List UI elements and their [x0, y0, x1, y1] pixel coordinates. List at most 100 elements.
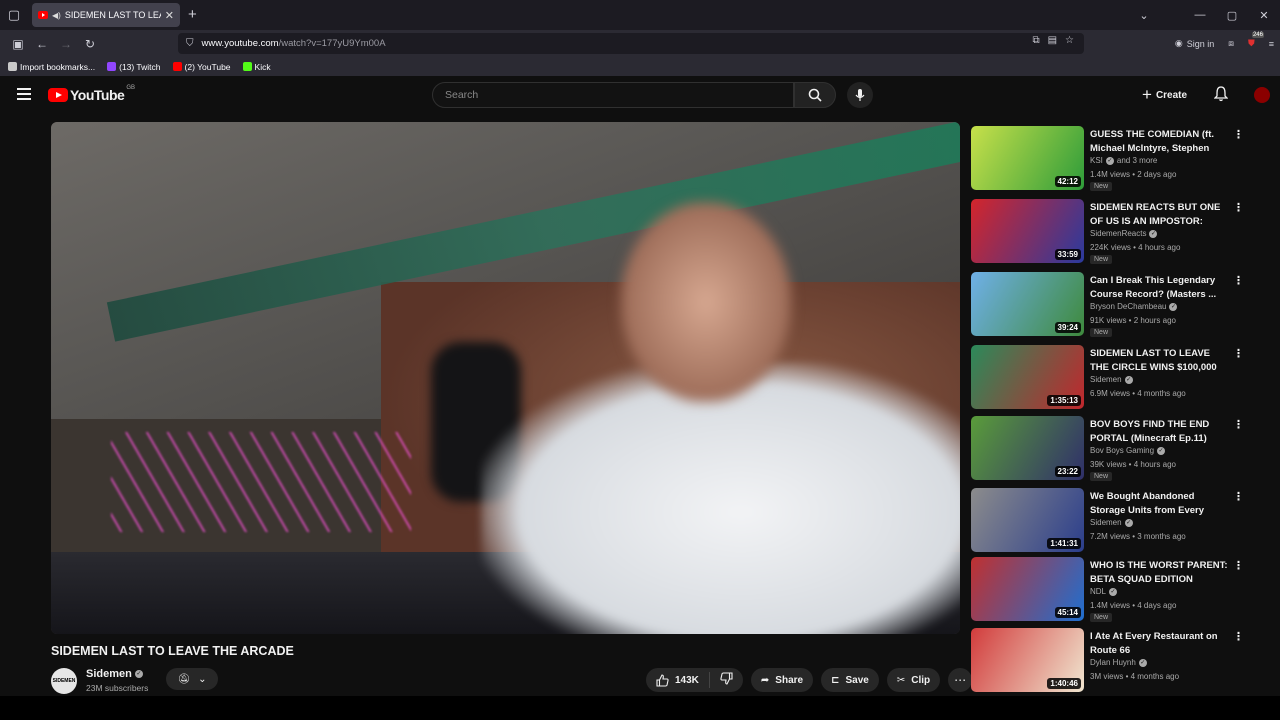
new-tab-icon[interactable]: +	[188, 6, 197, 23]
maximize-icon[interactable]: ▢	[1216, 9, 1248, 22]
recommendation-title[interactable]: Can I Break This Legendary Course Record…	[1090, 274, 1228, 301]
subscribed-button[interactable]: 🔕︎ ⌄	[166, 668, 218, 690]
more-vertical-icon[interactable]: ⋮	[1233, 274, 1244, 287]
recommendation-channel[interactable]: SidemenReacts ✓	[1090, 229, 1158, 238]
bookmark-item[interactable]: (2) YouTube	[172, 62, 231, 72]
channel-avatar[interactable]: SIDEMEN	[51, 668, 77, 694]
url-bar[interactable]: ⛉ www.youtube.com/watch?v=177yU9Ym00A ⧉ …	[178, 33, 1084, 54]
recommendation-meta: 39K views • 4 hours ago	[1090, 460, 1176, 469]
more-vertical-icon[interactable]: ⋮	[1233, 201, 1244, 214]
like-button[interactable]: 143K	[646, 672, 710, 688]
recommendation-item[interactable]: 1:40:46 I Ate At Every Restaurant on Rout…	[971, 628, 1251, 694]
browser-nav-bar: ▣ ← → ↻ ⛉ www.youtube.com/watch?v=177yU9…	[0, 30, 1280, 57]
more-vertical-icon[interactable]: ⋮	[1233, 128, 1244, 141]
bookmark-item[interactable]: (13) Twitch	[107, 62, 161, 72]
like-count: 143K	[675, 674, 699, 686]
recommendation-item[interactable]: 1:41:31 We Bought Abandoned Storage Units…	[971, 488, 1251, 554]
video-thumbnail[interactable]: 33:59	[971, 199, 1084, 263]
site-info-icon[interactable]: ⛉	[186, 38, 194, 49]
dislike-button[interactable]	[710, 672, 743, 688]
recommendation-channel[interactable]: KSI ✓ and 3 more	[1090, 156, 1157, 165]
video-player[interactable]	[51, 122, 960, 634]
extensions-icon[interactable]: ⧈	[1228, 38, 1234, 49]
video-actions: 143K ➦ Share ⊏ Save ✂ Clip ⋯	[646, 668, 973, 692]
menu-icon[interactable]: ≡	[1269, 39, 1274, 49]
recommendation-channel[interactable]: Bryson DeChambeau ✓	[1090, 302, 1178, 311]
forward-icon[interactable]: →	[54, 37, 78, 51]
recommendation-channel[interactable]: Sidemen ✓	[1090, 518, 1133, 527]
speaker-icon[interactable]: ◀)	[52, 11, 61, 20]
recommendation-item[interactable]: 39:24 Can I Break This Legendary Course R…	[971, 272, 1251, 338]
tab-list-icon[interactable]: ⌄	[1128, 9, 1160, 22]
recommendation-title[interactable]: BOV BOYS FIND THE END PORTAL (Minecraft …	[1090, 418, 1228, 445]
more-vertical-icon[interactable]: ⋮	[1233, 347, 1244, 360]
recommendation-item[interactable]: 33:59 SIDEMEN REACTS BUT ONE OF US IS AN …	[971, 199, 1251, 265]
notifications-button[interactable]	[1213, 86, 1229, 107]
picture-in-picture-icon[interactable]: ⧉	[1032, 35, 1039, 46]
bookmark-star-icon[interactable]: ☆	[1065, 35, 1074, 46]
video-thumbnail[interactable]: 39:24	[971, 272, 1084, 336]
recommendation-meta: 224K views • 4 hours ago	[1090, 243, 1181, 252]
guide-menu-icon[interactable]	[17, 88, 31, 103]
video-thumbnail[interactable]: 1:35:13	[971, 345, 1084, 409]
video-thumbnail[interactable]: 42:12	[971, 126, 1084, 190]
more-vertical-icon[interactable]: ⋮	[1233, 418, 1244, 431]
browser-tab-active[interactable]: ◀) SIDEMEN LAST TO LEAVE T ✕	[32, 3, 180, 27]
video-thumbnail[interactable]: 1:41:31	[971, 488, 1084, 552]
recommendation-channel[interactable]: Bov Boys Gaming ✓	[1090, 446, 1166, 455]
close-window-icon[interactable]: ✕	[1248, 9, 1280, 22]
close-tab-icon[interactable]: ✕	[165, 9, 174, 22]
share-button[interactable]: ➦ Share	[750, 668, 814, 692]
channel-name[interactable]: Sidemen ✓	[86, 668, 143, 680]
more-vertical-icon[interactable]: ⋮	[1233, 630, 1244, 643]
minimize-icon[interactable]: —	[1184, 9, 1216, 21]
more-vertical-icon[interactable]: ⋮	[1233, 559, 1244, 572]
clip-button[interactable]: ✂ Clip	[886, 668, 941, 692]
voice-search-button[interactable]	[847, 82, 873, 108]
reload-icon[interactable]: ↻	[78, 37, 102, 51]
tab-overview-icon[interactable]: ▢	[0, 0, 28, 30]
chevron-down-icon: ⌄	[198, 673, 207, 685]
region-code: GB	[126, 85, 135, 91]
recommendation-item[interactable]: 42:12 GUESS THE COMEDIAN (ft. Michael McI…	[971, 126, 1251, 192]
search-input[interactable]: Search	[432, 82, 794, 108]
microphone-icon	[855, 89, 865, 101]
recommendation-item[interactable]: 45:14 WHO IS THE WORST PARENT: BETA SQUAD…	[971, 557, 1251, 623]
sidebar-toggle-icon[interactable]: ▣	[6, 37, 30, 51]
share-label: Share	[775, 674, 804, 686]
recommendation-title[interactable]: SIDEMEN LAST TO LEAVE THE CIRCLE WINS $1…	[1090, 347, 1228, 374]
recommendation-title[interactable]: We Bought Abandoned Storage Units from E…	[1090, 490, 1228, 517]
bookmark-item[interactable]: Import bookmarks...	[8, 62, 95, 72]
bookmark-item[interactable]: Kick	[242, 61, 271, 72]
recommendation-title[interactable]: I Ate At Every Restaurant on Route 66	[1090, 630, 1228, 657]
recommendation-title[interactable]: SIDEMEN REACTS BUT ONE OF US IS AN IMPOS…	[1090, 201, 1228, 228]
recommendation-channel[interactable]: Dylan Huynh ✓	[1090, 658, 1147, 667]
sign-in-button[interactable]: ◉ Sign in	[1175, 38, 1214, 49]
more-vertical-icon[interactable]: ⋮	[1233, 490, 1244, 503]
recommendation-meta: 6.9M views • 4 months ago	[1090, 389, 1186, 398]
recommendation-channel-name: Bov Boys Gaming	[1090, 446, 1155, 455]
recommendation-title[interactable]: GUESS THE COMEDIAN (ft. Michael McIntyre…	[1090, 128, 1228, 155]
recommendation-channel[interactable]: NDL ✓	[1090, 587, 1118, 596]
create-button[interactable]: + Create	[1142, 84, 1187, 106]
recommendation-channel[interactable]: Sidemen ✓	[1090, 375, 1133, 384]
verified-icon: ✓	[1124, 518, 1133, 527]
more-actions-button[interactable]: ⋯	[948, 668, 973, 692]
video-thumbnail[interactable]: 1:40:46	[971, 628, 1084, 692]
youtube-logo[interactable]: YouTube GB	[48, 85, 135, 103]
search-button[interactable]	[794, 82, 836, 108]
logo-text: YouTube	[70, 87, 125, 103]
recommendation-item[interactable]: 23:22 BOV BOYS FIND THE END PORTAL (Minec…	[971, 416, 1251, 482]
bookmark-label: Kick	[254, 61, 271, 72]
account-avatar[interactable]	[1254, 87, 1270, 103]
back-icon[interactable]: ←	[30, 37, 54, 51]
extension-badge-button[interactable]: ⛊ 246	[1248, 32, 1264, 49]
recommendation-title[interactable]: WHO IS THE WORST PARENT: BETA SQUAD EDIT…	[1090, 559, 1228, 586]
save-button[interactable]: ⊏ Save	[821, 668, 879, 692]
recommendation-item[interactable]: 1:35:13 SIDEMEN LAST TO LEAVE THE CIRCLE …	[971, 345, 1251, 411]
recommendation-meta: 3M views • 4 months ago	[1090, 672, 1180, 681]
video-thumbnail[interactable]: 23:22	[971, 416, 1084, 480]
video-thumbnail[interactable]: 45:14	[971, 557, 1084, 621]
reader-view-icon[interactable]: ▤	[1048, 35, 1057, 46]
recommendation-channel-extra: and 3 more	[1116, 156, 1158, 165]
